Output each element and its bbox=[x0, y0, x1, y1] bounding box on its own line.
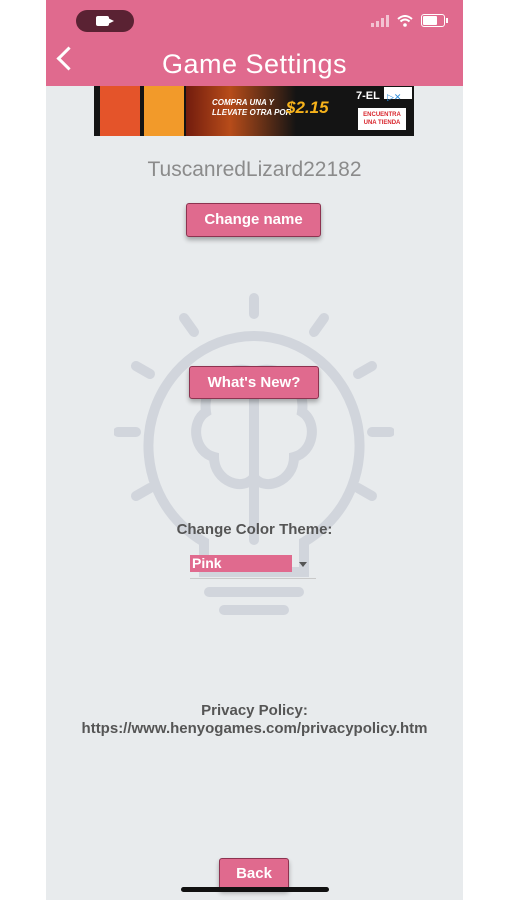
wifi-icon bbox=[397, 14, 413, 27]
lightbulb-brain-icon bbox=[114, 293, 394, 615]
privacy-policy-label: Privacy Policy: bbox=[201, 702, 308, 719]
whats-new-button[interactable]: What's New? bbox=[189, 366, 319, 399]
signal-icon bbox=[371, 14, 389, 27]
ad-price: $2.15 bbox=[286, 98, 329, 117]
color-theme-label: Change Color Theme: bbox=[176, 521, 333, 538]
privacy-policy-link[interactable]: https://www.henyogames.com/privacypolicy… bbox=[46, 720, 463, 737]
ad-product-image bbox=[100, 86, 140, 136]
header-bar: Game Settings bbox=[46, 0, 463, 86]
home-indicator[interactable] bbox=[181, 887, 329, 892]
battery-icon bbox=[421, 14, 448, 27]
back-button[interactable]: Back bbox=[219, 858, 289, 890]
ad-product-image bbox=[144, 86, 184, 136]
ad-banner[interactable]: COMPRA UNA Y LLEVATE OTRA POR $2.15 7-EL … bbox=[94, 86, 414, 136]
video-camera-icon bbox=[96, 16, 114, 26]
color-theme-select[interactable]: Pink bbox=[190, 555, 292, 572]
select-underline bbox=[190, 578, 316, 579]
page-title: Game Settings bbox=[161, 49, 348, 79]
ad-offer-text: COMPRA UNA Y LLEVATE OTRA POR bbox=[212, 98, 292, 117]
app-screen: Game Settings COMPRA UNA Y LLEVATE OTRA P… bbox=[46, 0, 463, 900]
screen-recording-indicator bbox=[76, 10, 134, 32]
dropdown-arrow-icon[interactable] bbox=[299, 562, 307, 567]
change-name-button[interactable]: Change name bbox=[186, 203, 321, 237]
ad-cta-button[interactable]: ENCUENTRA UNA TIENDA bbox=[358, 108, 406, 130]
ad-choices-icon[interactable]: ▷✕ bbox=[384, 87, 412, 102]
ad-store-name: 7-EL bbox=[356, 90, 380, 102]
status-icons bbox=[371, 14, 448, 27]
username-label: TuscanredLizard22182 bbox=[147, 158, 362, 181]
